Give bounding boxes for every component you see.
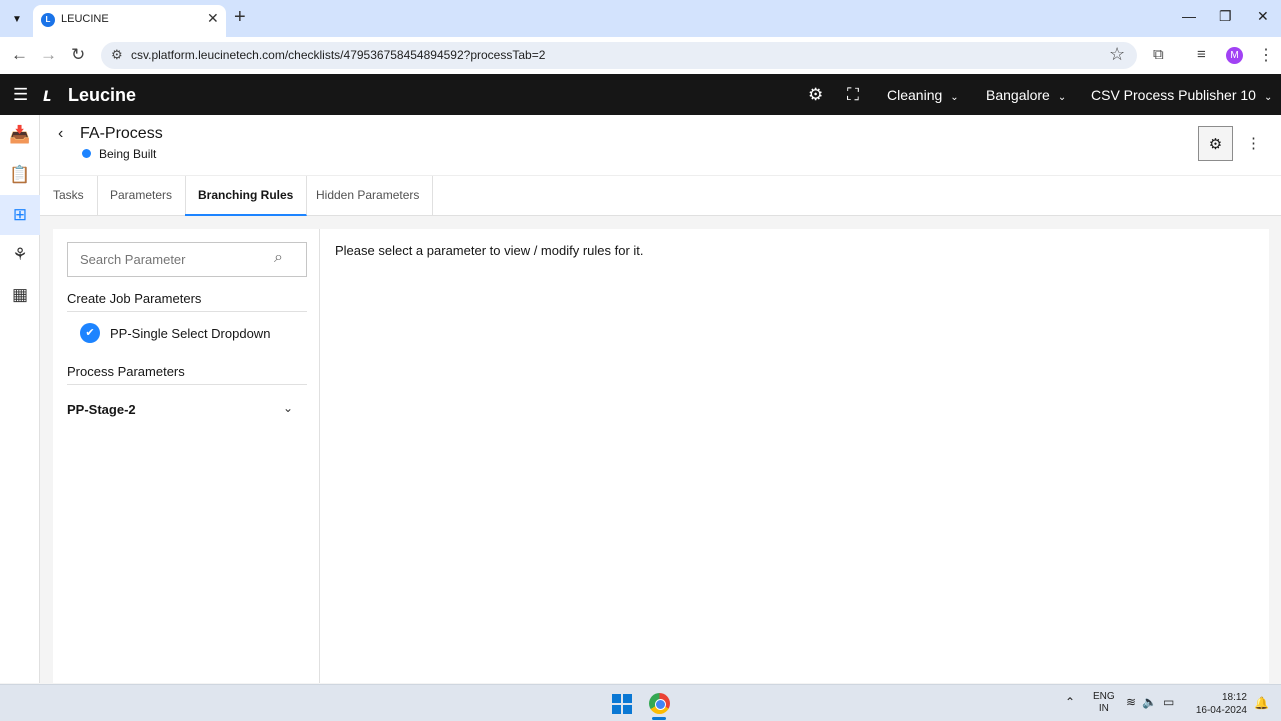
- settings-gear-icon[interactable]: ⚙: [808, 85, 823, 105]
- status-dot-icon: [82, 149, 91, 158]
- tab-hidden-parameters[interactable]: Hidden Parameters: [303, 176, 434, 216]
- browser-menu-icon[interactable]: ⋮: [1258, 45, 1274, 65]
- volume-icon: 🔈: [1142, 695, 1164, 709]
- app-header: ☰ ʟ Leucine ⚙ ⛶ Cleaning ⌄ Bangalore ⌄ CSV…: [0, 74, 1281, 115]
- restore-button[interactable]: ❐: [1219, 8, 1232, 25]
- ontology-icon[interactable]: ⚘: [0, 235, 40, 275]
- page-title: FA-Process: [80, 125, 163, 142]
- leucine-favicon-icon: L: [41, 13, 55, 27]
- forward-arrow-icon[interactable]: →: [40, 45, 57, 65]
- chevron-down-icon: ⌄: [1263, 92, 1273, 103]
- browser-toolbar: ← → ↻ ⚙ csv.platform.leucinetech.com/che…: [0, 37, 1281, 74]
- facility-select-label: Cleaning: [887, 87, 943, 103]
- search-box[interactable]: ⌕: [67, 242, 307, 277]
- scan-icon[interactable]: ⛶: [847, 85, 859, 105]
- more-options-icon[interactable]: ⋮: [1246, 134, 1261, 152]
- chevron-down-icon[interactable]: ⌄: [283, 401, 293, 415]
- create-job-parameters-heading: Create Job Parameters: [67, 291, 307, 312]
- chevron-up-icon[interactable]: ⌃: [1065, 695, 1075, 709]
- back-arrow-icon[interactable]: ←: [11, 45, 28, 65]
- logo-text: Leucine: [68, 85, 137, 105]
- wifi-icon: ≋: [1126, 695, 1143, 709]
- stage-label: PP-Stage-2: [67, 402, 136, 417]
- reports-icon[interactable]: ▦: [0, 275, 40, 315]
- user-select[interactable]: CSV Process Publisher 10 ⌄: [1091, 87, 1272, 103]
- list-item[interactable]: ✔ PP-Single Select Dropdown: [80, 322, 270, 344]
- tab-search-button[interactable]: ▼: [6, 8, 28, 30]
- parameter-label: PP-Single Select Dropdown: [110, 325, 271, 341]
- profile-avatar[interactable]: M: [1226, 47, 1243, 64]
- system-tray-icons[interactable]: ≋🔈▭: [1126, 695, 1180, 709]
- checklist-icon[interactable]: 📋: [0, 155, 40, 195]
- process-settings-button[interactable]: ⚙: [1198, 126, 1233, 161]
- clock-date: 16-04-2024: [1195, 705, 1247, 716]
- hamburger-menu-icon[interactable]: ☰: [13, 85, 28, 105]
- location-select[interactable]: Bangalore ⌄: [986, 87, 1066, 103]
- site-info-icon[interactable]: ⚙: [111, 47, 123, 63]
- parameter-list-sidebar: ⌕ Create Job Parameters ✔ PP-Single Sele…: [53, 229, 320, 683]
- gear-icon: ⚙: [1208, 135, 1223, 153]
- battery-icon: ▭: [1163, 695, 1181, 709]
- close-window-button[interactable]: ✕: [1257, 8, 1269, 25]
- system-clock[interactable]: 18:12 16-04-2024: [1193, 691, 1247, 717]
- left-nav-rail: 📥 📋 ⊞ ⚘ ▦: [0, 115, 40, 683]
- chevron-down-icon: ⌄: [1057, 92, 1067, 103]
- reload-icon[interactable]: ↻: [71, 45, 85, 65]
- process-tabs: Tasks Parameters Branching Rules Hidden …: [40, 175, 1281, 216]
- minimize-button[interactable]: —: [1182, 8, 1196, 24]
- active-app-indicator: [652, 717, 666, 720]
- location-select-label: Bangalore: [986, 87, 1050, 103]
- back-chevron-icon[interactable]: ‹: [58, 125, 63, 143]
- tab-branching-rules[interactable]: Branching Rules: [185, 176, 308, 216]
- tab-tasks[interactable]: Tasks: [40, 176, 98, 216]
- bookmark-star-icon[interactable]: ☆: [1109, 44, 1125, 65]
- search-input[interactable]: [80, 252, 260, 267]
- windows-start-icon[interactable]: [612, 694, 632, 714]
- search-icon[interactable]: ⌕: [274, 249, 283, 267]
- media-controls-icon[interactable]: ≡: [1197, 46, 1206, 63]
- status-badge: Being Built: [99, 147, 157, 161]
- chevron-down-icon: ▼: [12, 13, 22, 25]
- chevron-down-icon: ⌄: [950, 92, 959, 103]
- language-indicator[interactable]: ENG IN: [1093, 691, 1115, 715]
- empty-state-message: Please select a parameter to view / modi…: [335, 243, 644, 258]
- url-text[interactable]: csv.platform.leucinetech.com/checklists/…: [131, 48, 545, 62]
- process-icon[interactable]: ⊞: [0, 195, 40, 235]
- chrome-icon[interactable]: [649, 693, 670, 714]
- lang-region: IN: [1098, 703, 1109, 714]
- close-tab-icon[interactable]: ✕: [207, 10, 219, 27]
- process-parameters-heading: Process Parameters: [67, 364, 307, 385]
- tab-title: LEUCINE: [61, 13, 109, 25]
- facility-select[interactable]: Cleaning ⌄: [887, 87, 959, 103]
- lang-code: ENG: [1093, 691, 1115, 702]
- notification-bell-icon[interactable]: 🔔: [1254, 696, 1269, 710]
- inbox-icon[interactable]: 📥: [0, 115, 40, 155]
- windows-taskbar: ⌃ ENG IN ≋🔈▭ 18:12 16-04-2024 🔔: [0, 684, 1281, 721]
- stage-accordion[interactable]: PP-Stage-2 ⌄: [67, 401, 293, 419]
- leucine-logo-icon: ʟ: [43, 85, 52, 106]
- user-select-label: CSV Process Publisher 10: [1091, 87, 1256, 103]
- extensions-icon[interactable]: ⧉: [1153, 46, 1164, 63]
- address-bar[interactable]: ⚙ csv.platform.leucinetech.com/checklist…: [101, 42, 1137, 69]
- browser-tab-strip: ▼ L LEUCINE ✕ + — ❐ ✕: [0, 0, 1281, 37]
- process-header: ‹ FA-Process Being Built ⚙ ⋮: [40, 115, 1281, 175]
- tab-parameters[interactable]: Parameters: [97, 176, 187, 216]
- check-circle-icon: ✔: [80, 323, 100, 343]
- clock-time: 18:12: [1221, 692, 1247, 703]
- browser-tab[interactable]: L LEUCINE ✕: [33, 5, 226, 37]
- branching-rules-panel: ⌕ Create Job Parameters ✔ PP-Single Sele…: [53, 229, 1269, 683]
- new-tab-button[interactable]: +: [234, 6, 246, 29]
